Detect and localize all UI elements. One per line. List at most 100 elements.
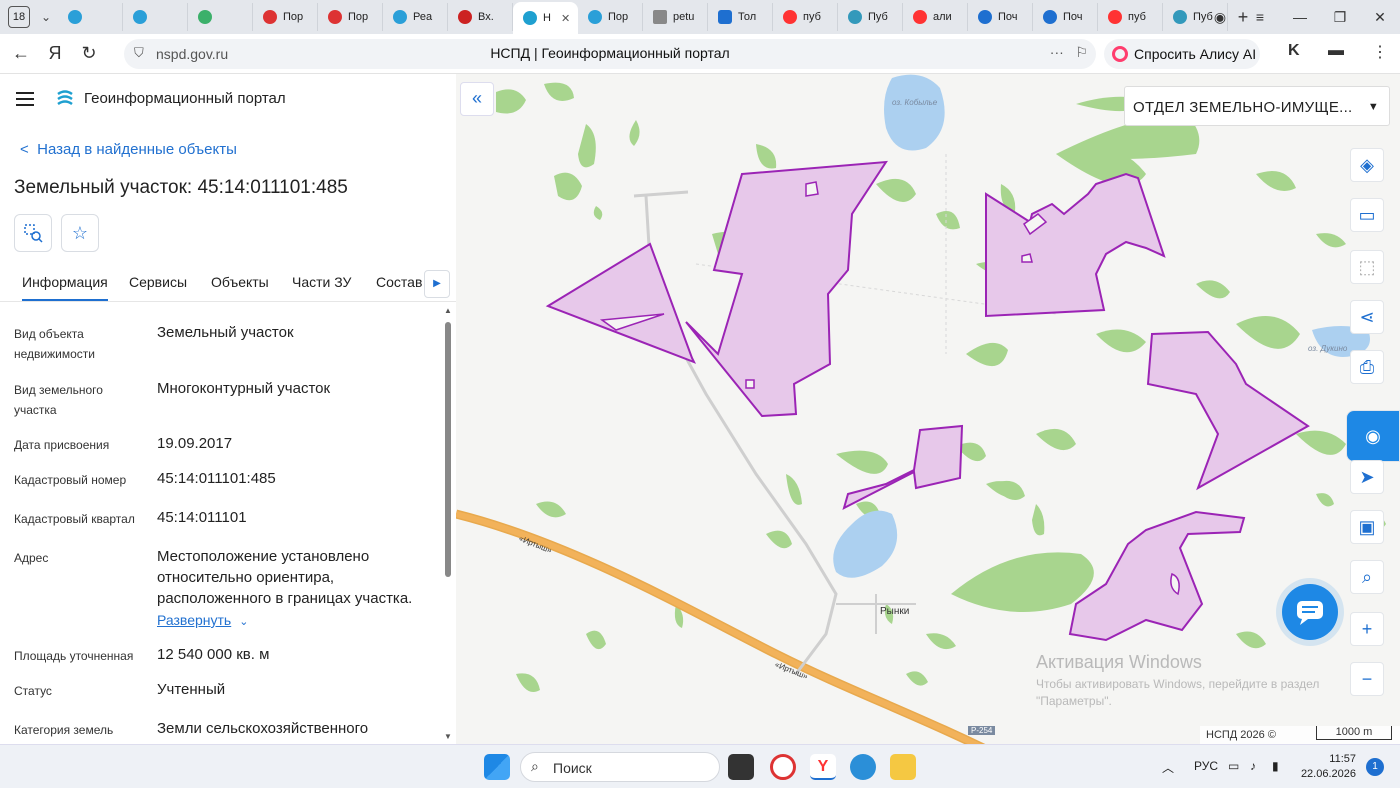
share-button[interactable]: ⋖: [1350, 300, 1384, 334]
language-indicator[interactable]: РУС: [1194, 759, 1218, 773]
row-label: Площадь уточненная: [14, 649, 134, 663]
file-icon: [653, 10, 667, 24]
expand-address-link[interactable]: Развернуть ⌄: [157, 612, 248, 630]
layers-icon: ◈: [1360, 154, 1374, 175]
browser-tab[interactable]: petu: [643, 3, 708, 31]
browser-tab[interactable]: Реа: [383, 3, 448, 31]
url-field[interactable]: ⛉ nspd.gov.ru НСПД | Геоинформационный п…: [124, 39, 1096, 69]
network-icon[interactable]: ▭: [1228, 759, 1239, 773]
zoom-in-button[interactable]: +: [1350, 612, 1384, 646]
panel-scrollbar[interactable]: ▲ ▼: [444, 306, 452, 741]
extension-icon[interactable]: K: [1288, 42, 1300, 60]
browser-tab[interactable]: Поч: [1033, 3, 1098, 31]
browser-tab[interactable]: пуб: [1098, 3, 1163, 31]
browser-tab[interactable]: пуб: [773, 3, 838, 31]
favicon-icon: [393, 10, 407, 24]
back-arrow-icon[interactable]: ←: [4, 43, 38, 64]
browser-tab[interactable]: Пор: [253, 3, 318, 31]
tab-services[interactable]: Сервисы: [129, 274, 187, 290]
mail-icon: [978, 10, 992, 24]
profile-icon[interactable]: ◉: [1200, 9, 1240, 26]
download-icon[interactable]: ▬: [1328, 42, 1344, 60]
printer-icon: ⎙: [1359, 356, 1375, 377]
scroll-up-icon[interactable]: ▲: [444, 306, 452, 315]
tabs-next-button[interactable]: ▶: [424, 270, 450, 298]
browser-tab[interactable]: [188, 3, 253, 31]
minimize-icon[interactable]: —: [1280, 9, 1320, 25]
favorite-button[interactable]: ☆: [61, 214, 99, 252]
browser-tab[interactable]: [123, 3, 188, 31]
geolocate-button[interactable]: ➤: [1350, 460, 1384, 494]
chevron-down-icon[interactable]: ⌄: [34, 10, 58, 24]
tray-chevron-up-icon[interactable]: ︿: [1162, 759, 1174, 776]
scroll-thumb[interactable]: [445, 322, 451, 577]
object-heading: Земельный участок: 45:14:011101:485: [14, 177, 348, 198]
browser-tab[interactable]: [58, 3, 123, 31]
tab-information[interactable]: Информация: [22, 274, 108, 301]
row-value: 45:14:011101: [157, 509, 247, 526]
reload-icon[interactable]: ↻: [72, 43, 106, 64]
browser-tab[interactable]: Пуб: [838, 3, 903, 31]
layers-button[interactable]: ◈: [1350, 148, 1384, 182]
row-label: Категория земель: [14, 723, 114, 737]
department-select[interactable]: ОТДЕЛ ЗЕМЕЛЬНО-ИМУЩЕ... ▼: [1124, 86, 1390, 126]
chat-support-button[interactable]: [1282, 584, 1338, 640]
alice-label: Спросить Алису AI: [1134, 46, 1257, 62]
search-on-map-button[interactable]: ⌕: [1350, 560, 1384, 594]
task-view-icon[interactable]: [728, 754, 754, 780]
row-value: Учтенный: [157, 681, 226, 698]
chat-bubble-icon: [1297, 601, 1323, 625]
select-area-button[interactable]: ⬚: [1350, 250, 1384, 284]
collapse-panel-button[interactable]: «: [460, 82, 494, 116]
browser-tab[interactable]: али: [903, 3, 968, 31]
close-icon[interactable]: ✕: [561, 12, 570, 25]
expand-label: Развернуть: [157, 612, 232, 628]
browser-tab-active[interactable]: Н ✕: [513, 2, 578, 34]
yandex-icon: [913, 10, 927, 24]
tab-count-button[interactable]: 18: [8, 6, 30, 28]
hamburger-menu-icon[interactable]: [16, 92, 34, 106]
assistant-button[interactable]: ◉: [1346, 410, 1400, 462]
back-to-results-link[interactable]: < Назад в найденные объекты: [20, 141, 237, 158]
app-icon[interactable]: [770, 754, 796, 780]
search-placeholder: Поиск: [553, 760, 592, 776]
measure-button[interactable]: ▭: [1350, 198, 1384, 232]
row-value: 12 540 000 кв. м: [157, 646, 270, 663]
tab-composition[interactable]: Состав: [376, 274, 422, 290]
star-icon: ☆: [71, 222, 89, 243]
notification-badge[interactable]: 1: [1366, 758, 1384, 776]
more-vertical-icon[interactable]: ⋮: [1372, 42, 1388, 62]
close-window-icon[interactable]: ✕: [1360, 9, 1400, 26]
tab-objects[interactable]: Объекты: [211, 274, 269, 290]
row-label: Вид земельного участка: [14, 383, 103, 417]
yandex-browser-icon[interactable]: Y: [810, 754, 836, 780]
windows-start-icon[interactable]: [484, 754, 510, 780]
browser-tab[interactable]: Поч: [968, 3, 1033, 31]
map-view[interactable]: оз. Кобылье оз. Дукино Рынки «Иртыш» «Ир…: [456, 74, 1400, 744]
menu-icon[interactable]: ≡: [1240, 9, 1280, 25]
taskbar-search[interactable]: ⌕ Поиск: [520, 752, 720, 782]
yandex-home-icon[interactable]: Я: [38, 43, 72, 64]
taskbar-clock[interactable]: 11:57 22.06.2026: [1300, 752, 1356, 782]
alice-ai-button[interactable]: Спросить Алису AI: [1104, 39, 1260, 69]
browser-tab[interactable]: Тол: [708, 3, 773, 31]
flag-icon: [263, 10, 277, 24]
scroll-down-icon[interactable]: ▼: [444, 732, 452, 741]
battery-icon[interactable]: ▮: [1272, 759, 1279, 773]
browser-tab[interactable]: Пор: [578, 3, 643, 31]
browser-app-icon[interactable]: [850, 754, 876, 780]
browser-tab[interactable]: Вх.: [448, 3, 513, 31]
volume-icon[interactable]: ♪: [1250, 759, 1256, 773]
locate-on-map-button[interactable]: [14, 214, 52, 252]
browser-tab[interactable]: Пор: [318, 3, 383, 31]
tab-label: petu: [673, 11, 695, 23]
map-canvas[interactable]: [456, 74, 1400, 744]
alice-icon: [1112, 46, 1128, 62]
row-value: Земельный участок: [157, 324, 294, 341]
file-explorer-icon[interactable]: [890, 754, 916, 780]
tab-parts[interactable]: Части ЗУ: [292, 274, 351, 290]
restore-icon[interactable]: ❐: [1320, 9, 1360, 26]
more-bookmark-icons[interactable]: ··· ⚐: [1050, 44, 1088, 61]
minimap-button[interactable]: ▣: [1350, 510, 1384, 544]
print-button[interactable]: ⎙: [1350, 350, 1384, 384]
